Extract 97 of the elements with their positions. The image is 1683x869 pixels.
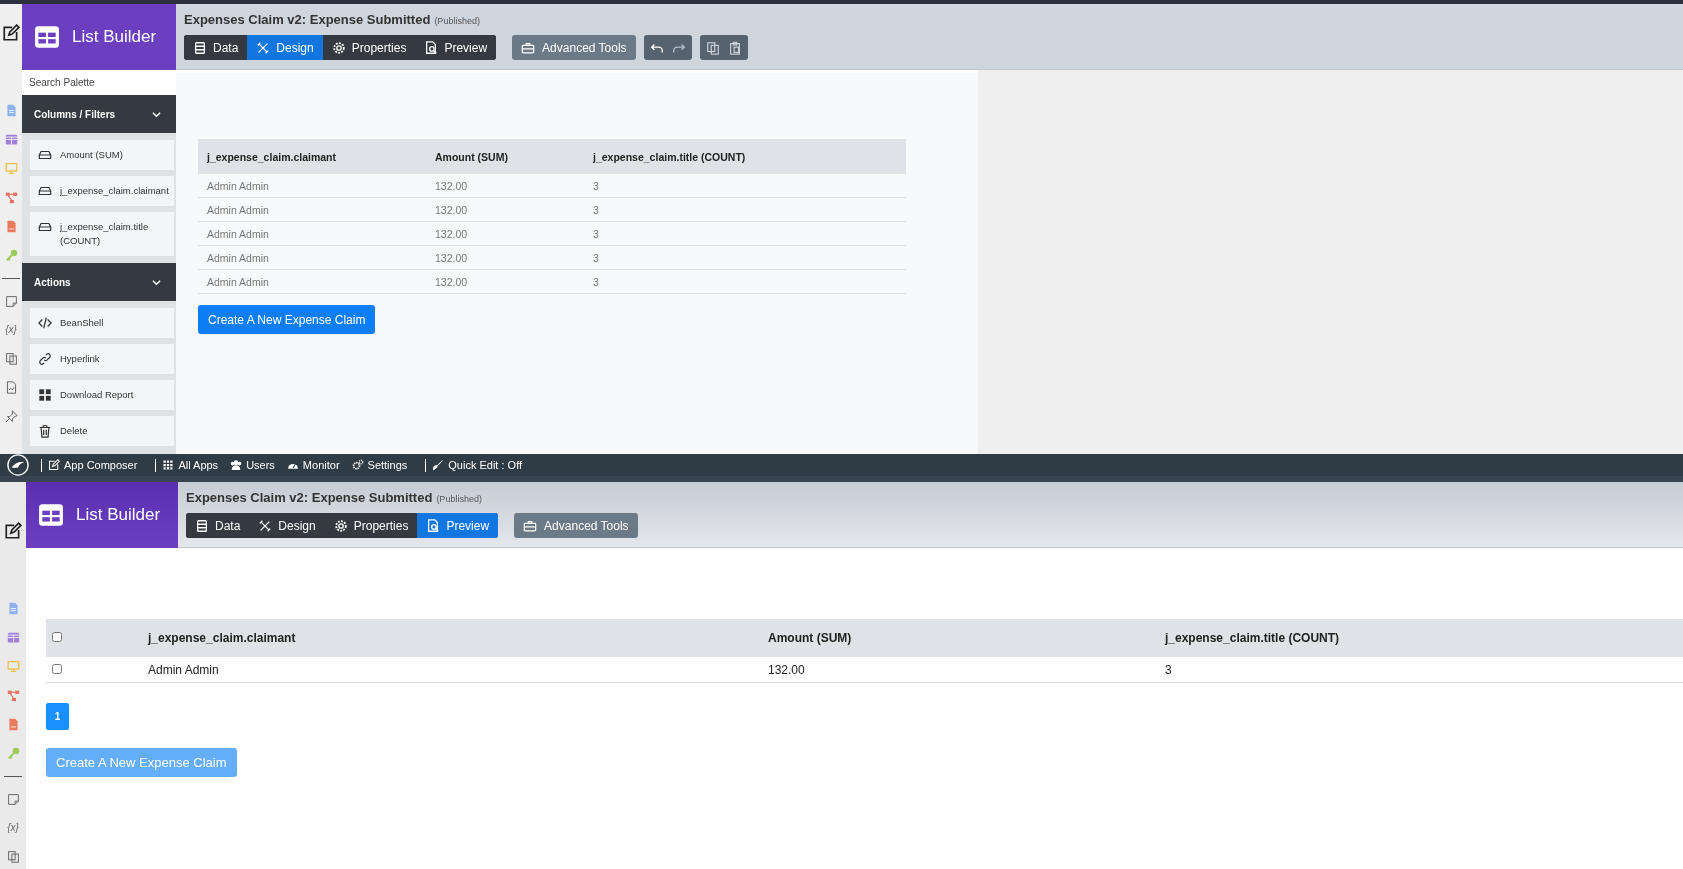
table-cell: Admin Admin [198,221,426,246]
form-title: Expenses Claim v2: Expense Submitted [186,490,433,505]
trash-icon [38,424,52,438]
drive-icon [38,220,52,234]
note-icon[interactable] [4,295,18,308]
table-icon[interactable] [6,631,20,644]
drive-icon [38,184,52,198]
admin-bar-link[interactable]: Quick Edit : Off [432,459,523,471]
list-icon [195,518,209,533]
tree-icon[interactable] [4,191,18,204]
admin-bar-link[interactable]: Monitor [286,459,340,471]
select-all-checkbox[interactable] [52,632,62,642]
table-cell: 132.00 [426,269,584,294]
table-cell: Admin Admin [198,174,426,198]
brush-icon [432,459,445,471]
admin-bar-link[interactable]: App Composer [48,459,138,471]
document-icon[interactable] [4,104,18,117]
tab[interactable]: Preview [417,513,499,538]
edit-icon [48,459,60,471]
column-header: Amount (SUM) [426,139,584,174]
note-icon[interactable] [6,793,20,806]
section-header[interactable]: Columns / Filters [22,95,176,133]
tree-icon[interactable] [6,689,20,702]
admin-bar-link[interactable]: All Apps [162,459,219,471]
palette-item[interactable]: Download Report [30,380,174,410]
table-cell: 132.00 [426,174,584,198]
copy-icon[interactable] [6,850,20,863]
settings-icon [333,518,348,533]
table-cell: Admin Admin [198,245,426,270]
crossed-tools-icon [256,40,271,55]
section-header[interactable]: Actions [22,263,176,301]
drive-icon [38,148,52,162]
grid-icon [162,459,175,471]
app-title: List Builder [72,27,157,47]
app-title: List Builder [76,505,161,525]
column-header: j_expense_claim.claimant [148,619,768,657]
status-label: (Published) [436,494,482,504]
row-checkbox[interactable] [52,663,62,674]
admin-bar-link[interactable]: Settings [351,459,408,471]
link-icon [38,352,52,366]
palette-item[interactable]: Amount (SUM) [30,140,174,170]
tab[interactable]: Design [247,35,323,60]
table-cell: 132.00 [426,197,584,222]
column-header: j_expense_claim.title (COUNT) [1165,619,1683,657]
palette-item[interactable]: Delete [30,416,174,446]
table-icon[interactable] [4,133,18,146]
settings-icon [331,40,346,55]
table-cell: 132.00 [768,657,1165,683]
toolbox-icon [521,40,536,55]
table-cell: 3 [584,197,906,222]
column-header: j_expense_claim.title (COUNT) [584,139,906,174]
file-icon[interactable] [6,718,20,731]
advanced-tools-button[interactable]: Advanced Tools [512,35,636,60]
advanced-tools-button[interactable]: Advanced Tools [514,513,638,538]
code-icon [38,316,52,330]
settings-icon [351,459,364,471]
palette-item[interactable]: BeanShell [30,308,174,338]
document-search-icon [426,518,441,533]
variable-icon[interactable]: {x} [5,324,17,336]
users-icon [230,459,243,471]
table-cell: Admin Admin [198,269,426,294]
list-icon [193,40,207,55]
document-search-icon [424,40,439,55]
table-cell: Admin Admin [198,197,426,222]
palette-item[interactable]: j_expense_claim.claimant [30,176,174,206]
palette-item[interactable]: j_expense_claim.title (COUNT) [30,212,174,256]
table-cell: 3 [1165,657,1683,683]
form-title: Expenses Claim v2: Expense Submitted [184,12,431,27]
table-cell: 3 [584,269,906,294]
variable-icon[interactable]: {x} [7,822,19,834]
file-icon[interactable] [4,381,18,394]
crossed-tools-icon [258,518,273,533]
copy-icon[interactable] [4,352,18,365]
table-icon [38,502,64,528]
table-cell: 3 [584,174,906,198]
logo-icon[interactable] [7,454,29,476]
toolbox-icon [523,518,538,533]
copy-icon[interactable] [705,40,720,55]
table-cell: Admin Admin [148,657,768,683]
table-cell: 132.00 [426,245,584,270]
table-cell: 132.00 [426,221,584,246]
create-button[interactable]: Create A New Expense Claim [198,305,376,334]
file-icon[interactable] [4,220,18,233]
grid-icon [38,388,52,402]
column-header: Amount (SUM) [768,619,1165,657]
table-icon [34,24,60,50]
search-field[interactable]: Search Palette [22,70,176,95]
table-cell: 3 [584,245,906,270]
clipboard-icon[interactable] [727,40,742,55]
edit-icon[interactable] [4,522,22,540]
edit-icon[interactable] [2,24,20,42]
pin-icon[interactable] [4,410,18,423]
table-cell: 3 [584,221,906,246]
palette-item[interactable]: Hyperlink [30,344,174,374]
status-label: (Published) [434,16,480,26]
column-header: j_expense_claim.claimant [198,139,426,174]
admin-bar-link[interactable]: Users [230,459,275,471]
